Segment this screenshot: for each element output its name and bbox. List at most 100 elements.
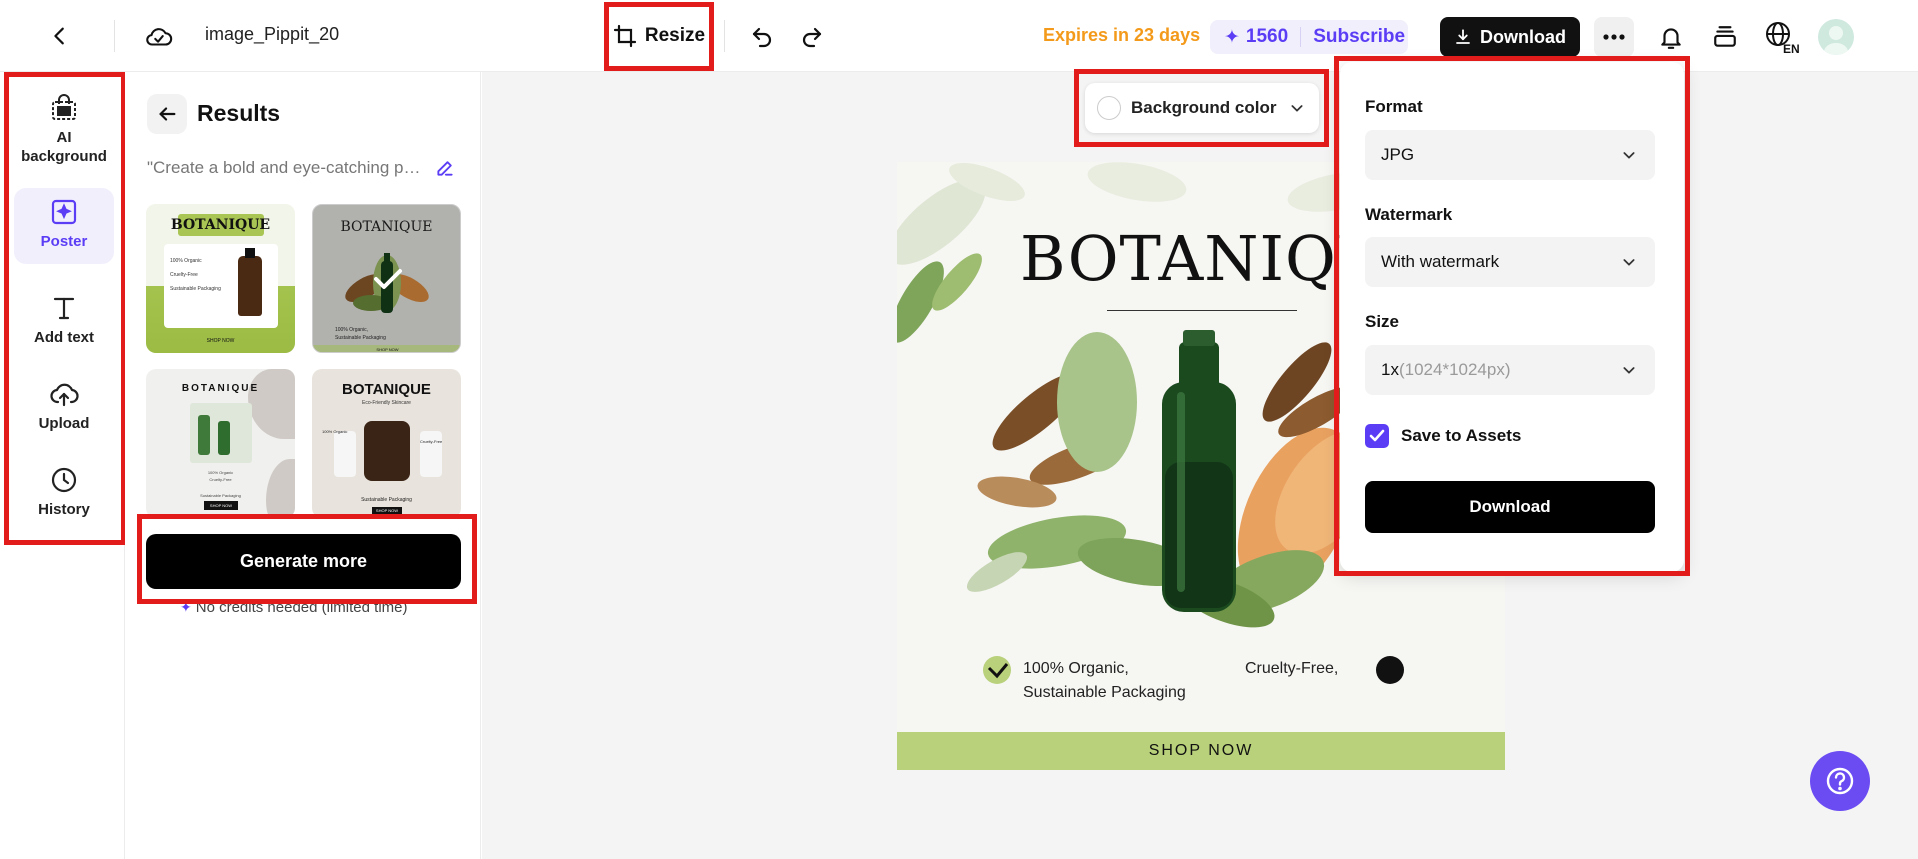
background-color-button[interactable]: Background color	[1085, 83, 1319, 133]
download-button[interactable]: Download	[1440, 17, 1580, 57]
rail-item-label: Add text	[34, 329, 94, 346]
chevron-down-icon	[1623, 367, 1635, 374]
arrow-left-icon	[159, 107, 176, 121]
result-thumbnail-2[interactable]: BOTANIQUE 100% Organic, Sustainable Pack…	[312, 204, 461, 353]
cloud-upload-icon	[50, 383, 79, 407]
thumbnail-line: Cruelty-Free	[420, 439, 443, 444]
decor-shape	[266, 459, 295, 518]
resize-icon	[613, 24, 636, 48]
resize-button[interactable]: Resize	[605, 4, 713, 68]
size-label: Size	[1365, 312, 1400, 331]
rail-item-history[interactable]: History	[14, 466, 114, 530]
results-panel: Results "Create a bold and eye-catching …	[125, 72, 481, 859]
thumbnail-lines: 100% Organic Cruelty-Free	[207, 470, 234, 482]
clock-icon	[51, 467, 77, 493]
language-code: EN	[1783, 42, 1800, 56]
poster-sparkle-icon	[51, 199, 77, 225]
watermark-value: With watermark	[1381, 252, 1500, 271]
rail-item-add-text[interactable]: Add text	[14, 294, 114, 360]
sparkle-icon: ✦	[1224, 26, 1240, 48]
thumbnail-title: BOTANIQUE	[181, 383, 260, 394]
check-icon	[1369, 429, 1385, 442]
rail-item-label: AI background	[21, 129, 107, 165]
layers-icon[interactable]	[1708, 20, 1742, 54]
size-value: 1x	[1381, 360, 1399, 379]
more-icon	[1603, 34, 1625, 40]
redo-icon[interactable]	[796, 20, 828, 52]
edit-prompt-icon[interactable]	[435, 158, 455, 183]
text-icon	[53, 297, 75, 320]
avatar[interactable]	[1818, 19, 1854, 55]
poster-feature-organic: 100% Organic, Sustainable Packaging	[1023, 660, 1186, 701]
subscribe-link[interactable]: Subscribe	[1313, 26, 1405, 48]
format-select[interactable]: JPG	[1365, 130, 1655, 180]
check-icon	[374, 269, 402, 289]
format-label: Format	[1365, 97, 1423, 116]
watermark-label: Watermark	[1365, 205, 1453, 224]
thumbnail-title: BOTANIQUE	[342, 381, 431, 398]
thumbnail-lines: 100% Organic Cruelty-Free Sustainable Pa…	[170, 258, 221, 292]
size-detail: (1024*1024px)	[1398, 360, 1511, 379]
credits-pill[interactable]: ✦ 1560 Subscribe	[1210, 20, 1408, 54]
background-color-label: Background color	[1131, 98, 1277, 117]
product-tube	[334, 431, 356, 477]
rail-item-ai-background[interactable]: AI background	[14, 92, 114, 172]
cloud-saved-icon[interactable]	[142, 20, 176, 54]
poster-cta: SHOP NOW	[897, 732, 1505, 770]
bell-icon[interactable]	[1654, 20, 1688, 54]
help-icon	[1826, 767, 1854, 795]
chevron-down-icon	[1623, 259, 1635, 266]
divider	[114, 20, 115, 52]
tool-rail: AI background Poster Add text Upload His…	[0, 72, 125, 859]
thumbnail-lines: 100% Organic, Sustainable Packaging	[335, 327, 386, 341]
thumbnail-cta: SHOP NOW	[313, 345, 460, 352]
thumbnail-footer: Sustainable Packaging	[200, 493, 241, 498]
back-icon[interactable]	[44, 20, 76, 52]
help-button[interactable]	[1810, 751, 1870, 811]
product-bottle	[218, 421, 230, 455]
undo-icon[interactable]	[746, 20, 778, 52]
prompt-text: "Create a bold and eye-catching poster f…	[147, 158, 427, 177]
panel-download-button[interactable]: Download	[1365, 481, 1655, 533]
product-bottle	[198, 415, 210, 455]
language-globe-icon[interactable]: EN	[1762, 18, 1802, 58]
save-to-assets-row[interactable]: Save to Assets	[1365, 424, 1521, 448]
results-back-button[interactable]	[147, 94, 187, 134]
expires-text: Expires in 23 days	[1043, 25, 1201, 45]
product-jar	[364, 421, 410, 481]
size-select[interactable]: 1x(1024*1024px)	[1365, 345, 1655, 395]
result-thumbnail-1[interactable]: BOTANIQUE 100% Organic Cruelty-Free Sust…	[146, 204, 295, 353]
download-panel: Format JPG Watermark With watermark Size…	[1340, 62, 1684, 572]
save-to-assets-checkbox[interactable]	[1365, 424, 1389, 448]
rail-item-label: History	[38, 501, 90, 518]
bottle-pump	[245, 248, 255, 258]
watermark-select[interactable]: With watermark	[1365, 237, 1655, 287]
thumbnail-footer: Sustainable Packaging	[361, 497, 412, 503]
poster-feature-cruelty-free: Cruelty-Free,	[1245, 660, 1339, 677]
no-credits-text: No credits needed (limited time)	[195, 599, 408, 616]
divider	[724, 20, 725, 52]
thumbnail-title: BOTANIQUE	[170, 217, 271, 233]
generate-more-button[interactable]: Generate more	[146, 534, 461, 589]
file-name[interactable]: image_Pippit_20	[205, 24, 339, 45]
chevron-down-icon	[1291, 105, 1303, 112]
credits-count: 1560	[1245, 26, 1289, 47]
results-title: Results	[197, 100, 281, 126]
result-thumbnail-3[interactable]: BOTANIQUE 100% Organic Cruelty-Free Sust…	[146, 369, 295, 518]
format-value: JPG	[1381, 145, 1415, 164]
pill-divider	[1300, 27, 1302, 47]
thumbnail-cta: SHOP NOW	[206, 338, 235, 344]
result-thumbnail-4[interactable]: BOTANIQUE Eco-Friendly Skincare 100% Org…	[312, 369, 461, 518]
poster-divider	[1107, 310, 1297, 311]
save-to-assets-label: Save to Assets	[1401, 426, 1522, 445]
decor-shape	[248, 369, 295, 439]
rail-item-upload[interactable]: Upload	[14, 380, 114, 444]
download-label: Download	[1480, 26, 1566, 47]
rail-item-poster[interactable]: Poster	[14, 188, 114, 264]
thumbnail-cta: SHOP NOW	[372, 507, 402, 515]
rail-item-label: Upload	[38, 415, 90, 432]
no-credits-note: ✦ No credits needed (limited time)	[180, 599, 408, 616]
chevron-down-icon	[1623, 152, 1635, 159]
thumbnail-line: 100% Organic	[322, 429, 348, 434]
more-options-button[interactable]	[1594, 17, 1634, 57]
